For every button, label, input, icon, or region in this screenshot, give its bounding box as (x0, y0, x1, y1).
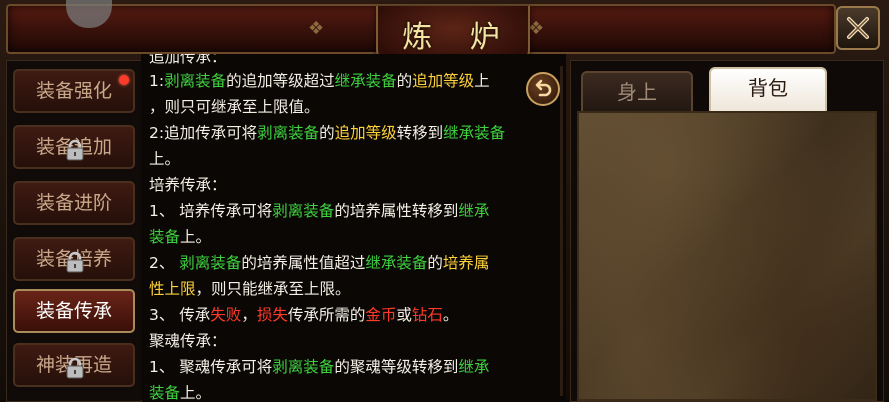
rules-segment: 损失 (256, 306, 288, 324)
rules-segment: 的聚魂等级转移到 (334, 358, 459, 376)
rules-segment: 的追加等级超过 (226, 72, 335, 90)
close-x-icon (847, 17, 869, 39)
rules-segment: 装备 (149, 228, 181, 246)
rules-line: 聚魂传承： (149, 328, 553, 354)
lock-icon (66, 139, 84, 161)
rules-segment: 的 (319, 124, 335, 142)
sidebar-item-append[interactable]: 装备追加 (13, 125, 135, 169)
rules-segment: 1: (149, 72, 165, 90)
rules-text: 追加传承： 1:剥离装备的追加等级超过继承装备的追加等级上 ，则只可继承至上限值。… (149, 54, 553, 400)
rules-segment: 的 (396, 72, 413, 90)
rules-line: 2:追加传承可将剥离装备的追加等级转移到继承装备 (149, 120, 553, 146)
rules-segment: 培养传承： (149, 176, 227, 194)
rules-segment: 钻石 (411, 306, 443, 324)
rules-segment: 聚魂传承： (149, 332, 227, 350)
item-grid-area[interactable] (577, 111, 877, 401)
rules-segment: 2:追加传承可将 (149, 124, 258, 142)
page-title: 炼 炉 (402, 20, 514, 55)
rules-line: 上。 (149, 146, 553, 172)
rules-segment: 装备 (149, 384, 181, 400)
rules-segment: 上。 (149, 150, 181, 168)
rules-segment: 继承装备 (365, 254, 428, 272)
rules-segment: ， (241, 306, 257, 324)
forge-sidebar: 装备强化 装备追加 装备进阶 装备培养 装备传承 神装再造 (6, 60, 142, 402)
rules-segment: 失败 (210, 306, 242, 324)
sidebar-item-label: 装备强化 (35, 80, 112, 102)
rules-line: 3、 传承失败，损失传承所需的金币或钻石。 (149, 302, 553, 328)
rules-segment: 转移到 (396, 124, 444, 142)
lock-icon (66, 357, 84, 379)
rules-line: 装备上。 (149, 224, 553, 250)
close-button[interactable] (836, 6, 880, 50)
title-bar: ❖ ❖ 炼 炉 (6, 0, 836, 64)
rules-segment: 。 (442, 306, 459, 324)
rules-segment: 剥离装备 (179, 254, 242, 272)
rules-segment: 金币 (365, 306, 397, 324)
rules-segment: 1、 培养传承可将 (149, 202, 273, 220)
rules-segment: 继承装备 (443, 124, 506, 142)
rules-segment: 剥离装备 (272, 358, 335, 376)
sidebar-item-label: 装备传承 (35, 300, 112, 322)
rules-segment: 继承装备 (334, 72, 397, 90)
ornament-right-icon: ❖ (528, 18, 545, 39)
rules-line: 2、 剥离装备的培养属性值超过继承装备的培养属 (149, 250, 553, 276)
rules-segment: ，则只能继承至上限。 (195, 280, 351, 298)
rules-segment: 的培养属性值超过 (241, 254, 366, 272)
rules-heading-append: 追加传承： (149, 54, 227, 66)
rules-line: 培养传承： (149, 172, 553, 198)
ornament-left-icon: ❖ (308, 18, 325, 39)
avatar-badge[interactable] (66, 0, 112, 28)
rules-segment: 剥离装备 (257, 124, 320, 142)
rules-segment: 继承 (458, 202, 490, 220)
rules-line: 1、 培养传承可将剥离装备的培养属性转移到继承 (149, 198, 553, 224)
tab-equipped[interactable]: 身上 (581, 71, 693, 111)
rules-segment: ，则只可继承至上限值。 (149, 98, 320, 116)
inherit-rules-panel[interactable]: 追加传承： 1:剥离装备的追加等级超过继承装备的追加等级上 ，则只可继承至上限值。… (141, 54, 566, 400)
rules-segment: 剥离装备 (272, 202, 335, 220)
return-arrow-icon (535, 79, 552, 97)
rules-segment: 剥离装备 (164, 72, 227, 90)
rules-line: 1:剥离装备的追加等级超过继承装备的追加等级上 (149, 68, 553, 94)
rules-segment: 1、 聚魂传承可将 (149, 358, 273, 376)
sidebar-item-rebuild[interactable]: 神装再造 (13, 343, 135, 387)
notification-dot-icon (119, 75, 129, 85)
rules-segment: 的 (427, 254, 443, 272)
rules-line: 装备上。 (149, 380, 553, 400)
rules-line: 性上限，则只能继承至上限。 (149, 276, 553, 302)
tab-bag[interactable]: 背包 (709, 67, 827, 113)
inventory-panel: 身上 背包 (570, 60, 884, 402)
rules-line: 1、 聚魂传承可将剥离装备的聚魂等级转移到继承 (149, 354, 553, 380)
rules-segment: 3、 传承 (149, 306, 211, 324)
rules-segment: 培养属 (442, 254, 490, 272)
rules-segment: 的培养属性转移到 (334, 202, 459, 220)
return-button[interactable] (526, 72, 560, 106)
rules-scrollbar[interactable] (560, 66, 563, 396)
rules-segment: 性上限 (149, 280, 196, 298)
sidebar-item-label: 装备进阶 (35, 192, 112, 214)
sidebar-item-inherit[interactable]: 装备传承 (13, 289, 135, 333)
sidebar-item-cultivate[interactable]: 装备培养 (13, 237, 135, 281)
rules-segment: 追加等级 (412, 72, 475, 90)
rules-segment: 上。 (180, 384, 212, 400)
lock-icon (66, 251, 84, 273)
rules-segment: 2、 (149, 254, 180, 272)
rules-segment: 上 (474, 72, 490, 90)
rules-segment: 或 (396, 306, 412, 324)
rules-line: ，则只可继承至上限值。 (149, 94, 553, 120)
rules-segment: 传承所需的 (287, 306, 366, 324)
rules-segment: 上。 (180, 228, 212, 246)
sidebar-item-advance[interactable]: 装备进阶 (13, 181, 135, 225)
rules-segment: 追加等级 (334, 124, 397, 142)
rules-segment: 继承 (458, 358, 490, 376)
sidebar-item-enhance[interactable]: 装备强化 (13, 69, 135, 113)
